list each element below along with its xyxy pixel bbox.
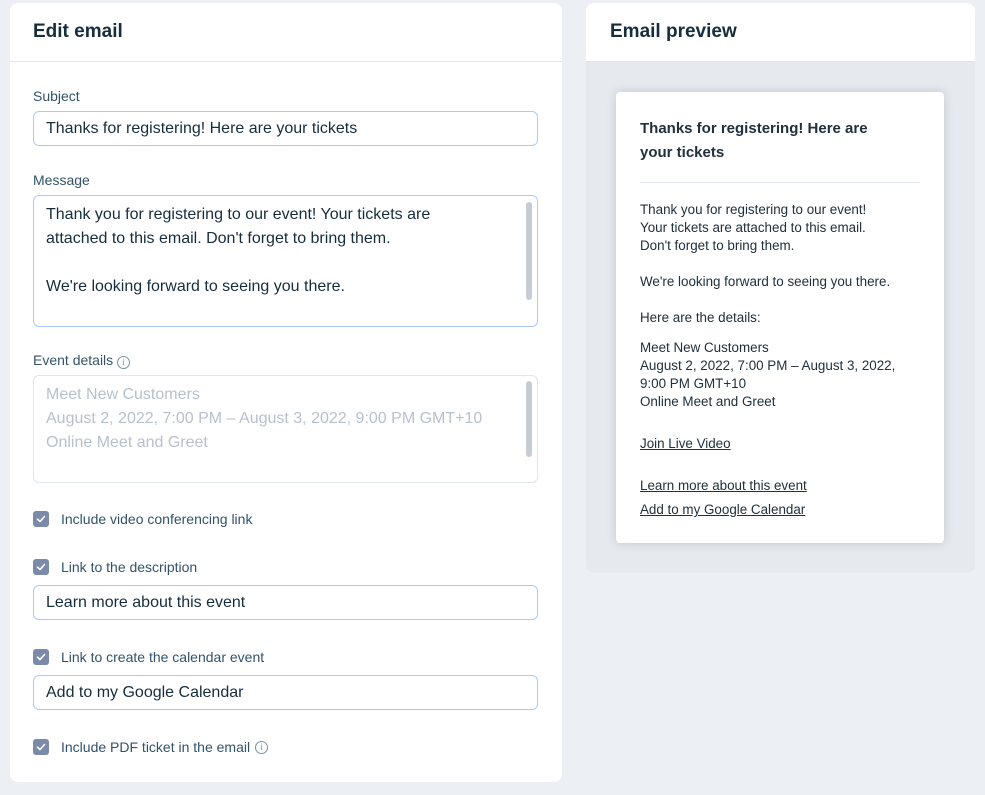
- description-link-label: Link to the description: [61, 559, 198, 575]
- edit-email-panel: Edit email Subject Thanks for registerin…: [10, 3, 562, 782]
- event-details-label-text: Event details: [33, 352, 114, 368]
- email-subject-line: Thanks for registering! Here are: [640, 120, 868, 137]
- checkmark-icon: [36, 515, 46, 523]
- event-details-textarea: Meet New Customers August 2, 2022, 7:00 …: [33, 375, 538, 483]
- event-details-scrollbar[interactable]: [526, 381, 532, 457]
- event-details-line: Online Meet and Greet: [46, 434, 208, 451]
- event-details-label: Event details i: [33, 352, 131, 369]
- description-link-option[interactable]: Link to the description: [33, 558, 197, 576]
- video-conferencing-option[interactable]: Include video conferencing link: [33, 510, 252, 528]
- video-conferencing-label: Include video conferencing link: [61, 511, 253, 527]
- pdf-ticket-label: Include PDF ticket in the email: [61, 739, 251, 755]
- email-subject: Thanks for registering! Here are your ti…: [640, 117, 910, 165]
- description-link-input[interactable]: Learn more about this event: [33, 585, 538, 620]
- message-scrollbar[interactable]: [526, 202, 532, 300]
- email-divider: [640, 182, 920, 183]
- event-details-line: Meet New Customers: [46, 386, 200, 403]
- email-subject-line: your tickets: [640, 144, 725, 161]
- learn-more-link[interactable]: Learn more about this event: [640, 477, 807, 495]
- join-live-video-link[interactable]: Join Live Video: [640, 435, 731, 453]
- description-link-checkbox[interactable]: [33, 559, 49, 575]
- message-line: attached to this email. Don't forget to …: [46, 230, 391, 247]
- video-conferencing-checkbox[interactable]: [33, 511, 49, 527]
- email-card: Thanks for registering! Here are your ti…: [616, 92, 944, 543]
- email-details-line: 9:00 PM GMT+10: [640, 376, 747, 391]
- calendar-link-option[interactable]: Link to create the calendar event: [33, 648, 264, 666]
- email-body-line: Your tickets are attached to this email.: [640, 220, 866, 235]
- info-icon[interactable]: i: [117, 356, 131, 369]
- email-preview-panel: Email preview Thanks for registering! He…: [586, 3, 975, 573]
- email-body-line: Thank you for registering to our event!: [640, 202, 867, 217]
- event-details-line: August 2, 2022, 7:00 PM – August 3, 2022…: [46, 410, 483, 427]
- checkmark-icon: [36, 743, 46, 751]
- edit-email-title: Edit email: [10, 3, 562, 62]
- message-textarea[interactable]: Thank you for registering to our event! …: [33, 195, 538, 327]
- pdf-ticket-checkbox[interactable]: [33, 739, 49, 755]
- add-to-calendar-link[interactable]: Add to my Google Calendar: [640, 501, 805, 519]
- subject-label: Subject: [33, 88, 80, 104]
- pdf-ticket-option[interactable]: Include PDF ticket in the email i: [33, 738, 269, 756]
- calendar-link-label: Link to create the calendar event: [61, 649, 265, 665]
- calendar-link-checkbox[interactable]: [33, 649, 49, 665]
- email-details-line: Meet New Customers: [640, 340, 769, 355]
- info-icon[interactable]: i: [255, 740, 269, 754]
- checkmark-icon: [36, 563, 46, 571]
- calendar-link-input[interactable]: Add to my Google Calendar: [33, 675, 538, 710]
- email-body-line: Don't forget to bring them.: [640, 238, 795, 253]
- email-details-line: August 2, 2022, 7:00 PM – August 3, 2022…: [640, 358, 896, 373]
- preview-canvas: Thanks for registering! Here are your ti…: [586, 62, 975, 573]
- message-line: We're looking forward to seeing you ther…: [46, 278, 345, 295]
- email-looking-forward: We're looking forward to seeing you ther…: [640, 274, 891, 289]
- email-details-line: Online Meet and Greet: [640, 394, 776, 409]
- message-label: Message: [33, 172, 90, 188]
- email-preview-title: Email preview: [586, 3, 975, 62]
- checkmark-icon: [36, 653, 46, 661]
- message-line: Thank you for registering to our event! …: [46, 206, 431, 223]
- subject-input[interactable]: Thanks for registering! Here are your ti…: [33, 111, 538, 146]
- email-details-intro: Here are the details:: [640, 310, 761, 325]
